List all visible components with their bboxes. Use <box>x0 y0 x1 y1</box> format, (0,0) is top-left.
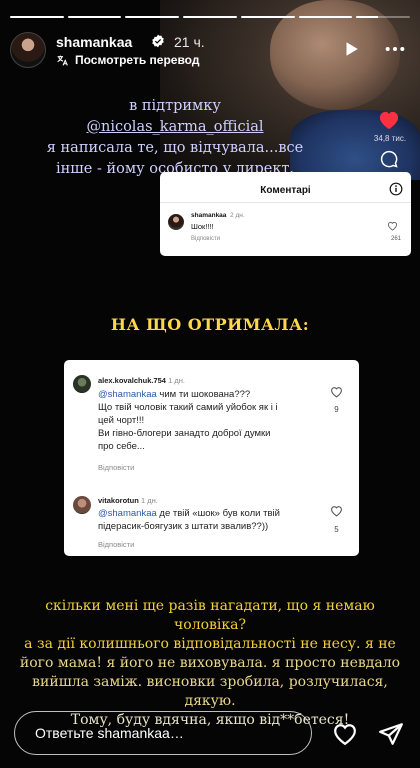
comments-title: Коментарі <box>260 185 311 196</box>
caption-line: його мама! я його не виховувала. я прост… <box>19 655 401 671</box>
card-divider <box>160 202 411 203</box>
overlay-caption-top: в підтримку @nicolas_karma_official я на… <box>40 96 310 180</box>
verified-badge-icon <box>152 34 164 48</box>
comment-text: @shamankaa де твій «шок» був коли твій п… <box>98 508 280 532</box>
progress-segment <box>67 16 122 18</box>
translate-button[interactable]: Посмотреть перевод <box>56 53 199 67</box>
more-options-icon[interactable] <box>384 40 406 58</box>
comment-reply-link: Відповісти <box>191 236 221 242</box>
like-count: 34,8 тис. <box>373 134 407 143</box>
comment-mention: @shamankaa <box>98 508 157 519</box>
story-view[interactable]: shamankaa 21 ч. Посмотреть перевод 34,8 … <box>0 0 420 768</box>
reply-placeholder: Ответьте shamankaa… <box>35 725 184 741</box>
comment-reply-link: Відповісти <box>98 463 135 472</box>
like-heart-icon[interactable] <box>378 110 400 130</box>
username[interactable]: shamankaa <box>56 34 132 50</box>
caption-line: вийшла заміж. висновки зробила, розлучил… <box>32 674 388 709</box>
progress-segment <box>10 16 64 18</box>
caption-line2: я написала те, що відчувала...все <box>46 140 304 156</box>
avatar[interactable] <box>10 32 46 68</box>
caption-mention[interactable]: @nicolas_karma_official <box>86 119 263 135</box>
comment-reply-link: Відповісти <box>98 540 135 549</box>
story-progress <box>10 16 411 18</box>
heart-outline-icon <box>331 387 342 398</box>
caption-line1-prefix: в підтримку <box>129 98 221 114</box>
progress-fill <box>240 16 295 18</box>
progress-segment <box>125 16 180 18</box>
progress-fill <box>356 16 378 18</box>
progress-segment <box>240 16 295 18</box>
comment-text: Шок!!!! <box>191 222 214 231</box>
story-header: shamankaa 21 ч. Посмотреть перевод <box>10 28 410 72</box>
comment-time: 1 дн. <box>140 496 158 505</box>
comment-avatar <box>168 214 184 230</box>
comment-icon[interactable] <box>380 150 398 168</box>
translate-label: Посмотреть перевод <box>75 53 200 67</box>
progress-segment <box>298 16 353 18</box>
progress-segment <box>356 16 411 18</box>
send-icon[interactable] <box>378 721 404 747</box>
post-time: 21 ч. <box>174 34 205 50</box>
comment-avatar <box>73 375 91 393</box>
reply-input[interactable]: Ответьте shamankaa… <box>14 711 312 755</box>
info-icon <box>389 182 403 196</box>
section-heading: НА ЩО ОТРИМАЛА: <box>110 315 310 334</box>
progress-fill <box>67 16 122 18</box>
comment-avatar <box>73 496 91 514</box>
play-icon[interactable] <box>342 40 360 58</box>
heart-outline-icon <box>331 506 342 517</box>
heart-outline-icon <box>387 221 398 231</box>
progress-fill <box>183 16 237 18</box>
comment-text: @shamankaa чим ти шокована??? Що твій чо… <box>98 389 278 452</box>
caption-line: скільки мені ще разів нагадати, що я нем… <box>45 598 375 633</box>
progress-segment <box>183 16 237 18</box>
caption-line: а за дії колишнього відповідальності не … <box>24 636 396 652</box>
comment-username: vitakorotun 1 дн. <box>98 496 158 505</box>
comments-screenshot-card: Коментарі shamankaa 2 дн. Шок!!!! Відпов… <box>160 172 411 256</box>
comment-username: alex.kovalchuk.754 1 дн. <box>98 376 185 385</box>
comment-username: shamankaa 2 дн. <box>191 212 245 219</box>
comment-likes: 5 <box>334 525 339 534</box>
progress-fill <box>125 16 180 18</box>
progress-fill <box>298 16 353 18</box>
comment-likes: 9 <box>334 405 339 414</box>
progress-fill <box>10 16 64 18</box>
comment-time: 1 дн. <box>168 376 185 385</box>
comment-mention: @shamankaa <box>98 389 157 400</box>
like-story-icon[interactable] <box>331 722 359 746</box>
translate-icon <box>57 55 68 66</box>
replies-screenshot-card: alex.kovalchuk.754 1 дн. @shamankaa чим … <box>64 360 359 556</box>
comment-likes: 261 <box>390 236 401 242</box>
comment-time: 2 дн. <box>230 212 245 219</box>
